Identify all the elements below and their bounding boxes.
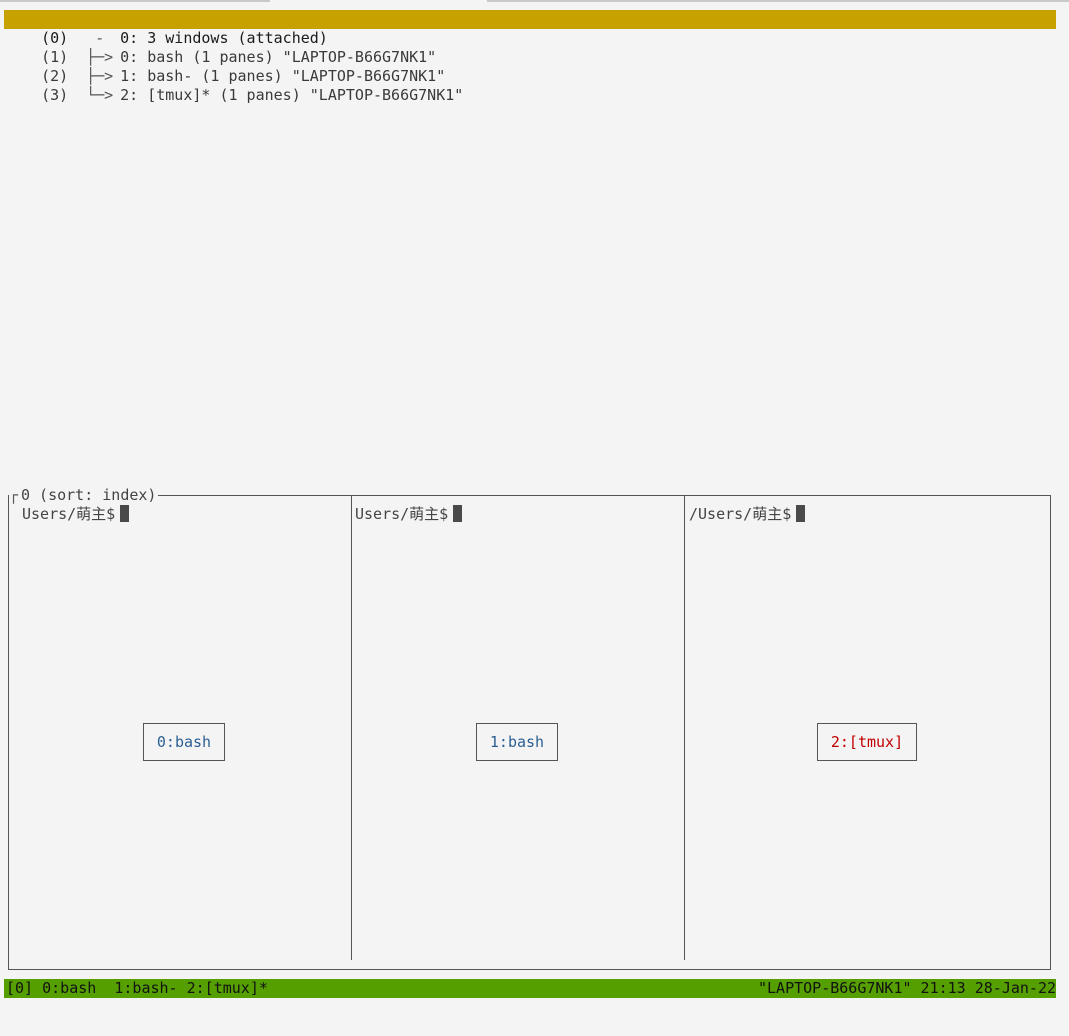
tree-row-session-0[interactable]: (0) - 0: 3 windows (attached) xyxy=(4,10,1056,47)
tree-branch-glyph: ├─> xyxy=(86,48,114,66)
tree-row-index: (3) xyxy=(41,86,69,104)
tree-branch-glyph: ├─> xyxy=(86,67,114,85)
tab-edge-left xyxy=(0,0,270,2)
preview-pane-0[interactable]: Users/萌主$ 0:bash xyxy=(9,496,352,960)
tmux-status-bar: [0] 0:bash 1:bash- 2:[tmux]* "LAPTOP-B66… xyxy=(4,979,1056,998)
shell-prompt: Users/萌主$ xyxy=(22,504,130,524)
tree-row-text: 0: 3 windows (attached) xyxy=(120,29,328,47)
tab-edge-right xyxy=(487,0,1069,2)
tree-branch-glyph: └─> xyxy=(86,86,114,104)
status-host-clock: "LAPTOP-B66G7NK1" 21:13 28-Jan-22 xyxy=(757,979,1056,997)
window-preview: ┌ 0 (sort: index) Users/萌主$ 0:bash Users/… xyxy=(8,486,1051,970)
pane-label-box: 0:bash xyxy=(143,723,225,761)
tree-row-index: (0) xyxy=(41,29,69,47)
tree-row-text: 1: bash- (1 panes) "LAPTOP-B66G7NK1" xyxy=(120,67,446,85)
prompt-text: Users/萌主$ xyxy=(22,505,116,523)
cursor-block xyxy=(120,505,130,522)
tree-row-index: (2) xyxy=(41,67,69,85)
shell-prompt: Users/萌主$ xyxy=(355,504,463,524)
tree-branch-glyph: - xyxy=(86,29,114,47)
window-top-edge xyxy=(0,0,1069,2)
cursor-block xyxy=(796,505,806,522)
status-window-list[interactable]: [0] 0:bash 1:bash- 2:[tmux]* xyxy=(6,979,268,998)
session-tree: (0) - 0: 3 windows (attached) (1) ├─> 0: b… xyxy=(4,10,1056,104)
tree-row-index: (1) xyxy=(41,48,69,66)
pane-label-box: 1:bash xyxy=(476,723,558,761)
tree-row-text: 2: [tmux]* (1 panes) "LAPTOP-B66G7NK1" xyxy=(120,86,464,104)
prompt-text: /Users/萌主$ xyxy=(689,505,792,523)
cursor-block xyxy=(453,505,463,522)
prompt-text: Users/萌主$ xyxy=(355,505,449,523)
preview-pane-1[interactable]: Users/萌主$ 1:bash xyxy=(351,496,685,960)
shell-prompt: /Users/萌主$ xyxy=(689,504,806,524)
pane-label-box-active: 2:[tmux] xyxy=(817,723,917,761)
tree-row-text: 0: bash (1 panes) "LAPTOP-B66G7NK1" xyxy=(120,48,437,66)
preview-pane-2[interactable]: /Users/萌主$ 2:[tmux] xyxy=(685,496,1050,960)
